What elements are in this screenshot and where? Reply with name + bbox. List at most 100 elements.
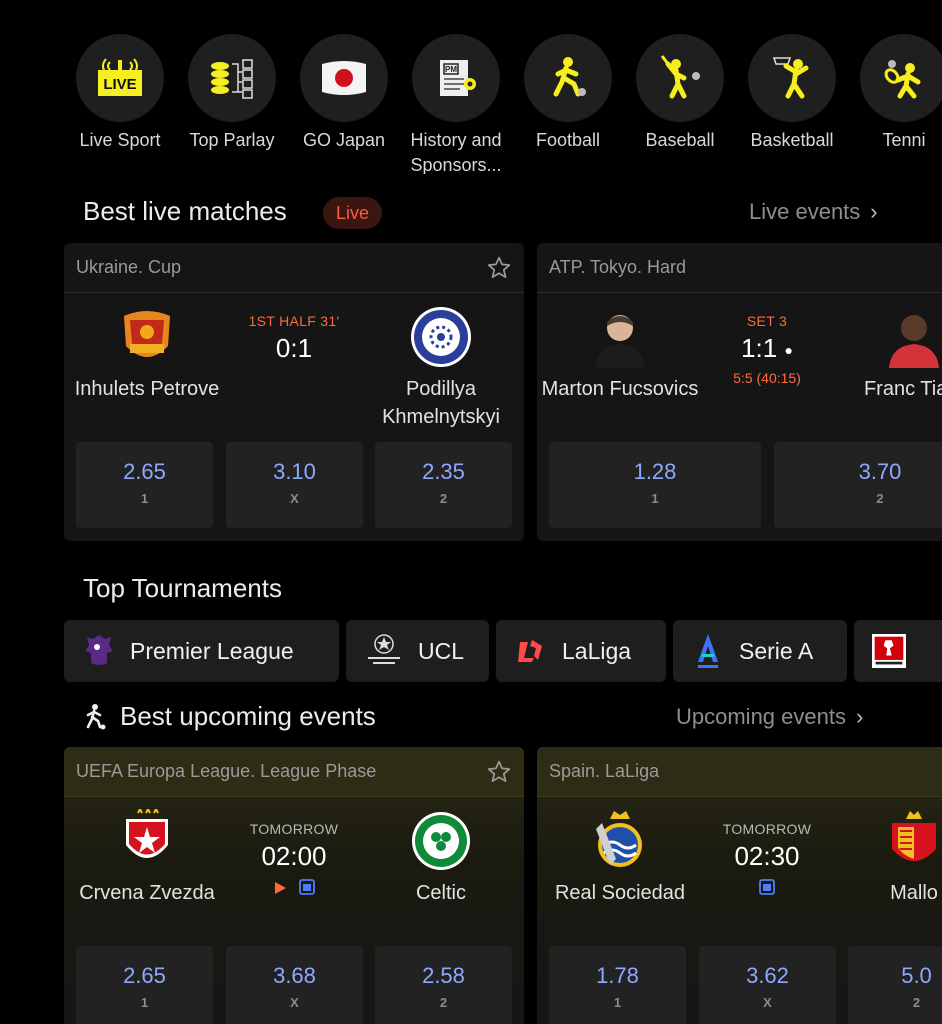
card-header: ATP. Tokyo. Hard xyxy=(537,243,942,293)
media-icons xyxy=(224,878,364,901)
upcoming-match-card[interactable]: Spain. LaLiga Real Sociedad TOMORROW 02:… xyxy=(537,747,942,1024)
sport-history-sponsors[interactable]: PM History and Sponsors... xyxy=(410,34,502,174)
odds-value: 3.70 xyxy=(858,459,902,484)
sport-baseball[interactable]: Baseball xyxy=(636,34,724,153)
live-match-card[interactable]: Ukraine. Cup Inhulets Petrove 1ST HALF 3… xyxy=(64,243,524,541)
svg-text:LIVE: LIVE xyxy=(103,76,136,93)
tournament-label: Premier League xyxy=(130,637,294,664)
chevron-right-icon: › xyxy=(870,199,878,224)
tournament-bundesliga[interactable] xyxy=(854,620,942,682)
stats-icon xyxy=(758,879,776,900)
tournament-label: UCL xyxy=(418,637,465,664)
away-team: Podillya Khmelnytskyi xyxy=(351,305,524,431)
sport-label: Live Sport xyxy=(79,130,161,150)
tournament-premier-league[interactable]: Premier League xyxy=(64,620,339,682)
away-team: Franc Tiafo xyxy=(824,305,942,403)
match-day: TOMORROW xyxy=(722,821,812,837)
odds-key: 1 xyxy=(613,995,622,1010)
kickoff-time: 02:30 xyxy=(734,841,800,871)
odds-button[interactable]: 3.10 X xyxy=(226,442,363,528)
player-avatar xyxy=(882,305,942,369)
league-name: Spain. LaLiga xyxy=(549,761,660,781)
player-avatar xyxy=(588,305,652,369)
match-time: TOMORROW 02:30 xyxy=(697,821,837,901)
odds-value: 1.78 xyxy=(596,963,639,988)
match-score: 0:1 xyxy=(275,333,313,363)
odds-button[interactable]: 3.70 2 xyxy=(774,442,942,528)
match-period: SET 3 xyxy=(746,313,788,329)
serve-dot-icon: ● xyxy=(784,342,793,359)
stats-icon xyxy=(298,879,316,900)
basketball-icon xyxy=(748,34,836,122)
odds-value: 2.65 xyxy=(123,459,166,484)
odds-key: X xyxy=(290,491,299,506)
match-score: 1:1 ● xyxy=(697,333,837,364)
baseball-icon xyxy=(636,34,724,122)
sport-live[interactable]: LIVE Live Sport xyxy=(76,34,164,153)
kicker-icon xyxy=(83,703,107,736)
star-icon[interactable] xyxy=(486,759,512,785)
home-team: Inhulets Petrove xyxy=(64,305,237,403)
pm-document-icon: PM xyxy=(412,34,500,122)
odds-button[interactable]: 2.35 2 xyxy=(375,442,512,528)
sport-go-japan[interactable]: GO Japan xyxy=(300,34,388,153)
upcoming-match-card[interactable]: UEFA Europa League. League Phase Crvena … xyxy=(64,747,524,1024)
odds-key: X xyxy=(763,995,772,1010)
sport-top-parlay[interactable]: Top Parlay xyxy=(188,34,276,153)
odds-button[interactable]: 5.0 2 xyxy=(848,946,942,1024)
odds-value: 5.0 xyxy=(901,963,932,988)
tournament-serie-a[interactable]: Serie A xyxy=(673,620,847,682)
match-day: TOMORROW xyxy=(249,821,339,837)
card-header: Spain. LaLiga xyxy=(537,747,942,797)
sport-football[interactable]: Football xyxy=(524,34,612,153)
odds-button[interactable]: 1.28 1 xyxy=(549,442,761,528)
score-value: 1:1 xyxy=(741,333,778,363)
tournament-ucl[interactable]: UCL xyxy=(346,620,489,682)
odds-button[interactable]: 3.68 X xyxy=(226,946,363,1024)
sport-basketball[interactable]: Basketball xyxy=(748,34,836,153)
team-name: Podillya Khmelnytskyi xyxy=(382,378,500,428)
laliga-icon xyxy=(514,632,548,670)
odds-value: 2.65 xyxy=(123,963,166,988)
tournament-laliga[interactable]: LaLiga xyxy=(496,620,666,682)
card-header: UEFA Europa League. League Phase xyxy=(64,747,524,797)
away-team: Mallo xyxy=(824,809,942,907)
football-icon xyxy=(524,34,612,122)
live-icon: LIVE xyxy=(76,34,164,122)
upcoming-events-link[interactable]: Upcoming events › xyxy=(676,704,863,730)
live-match-card[interactable]: ATP. Tokyo. Hard Marton Fucsovics SET 3 … xyxy=(537,243,942,541)
odds-button[interactable]: 2.58 2 xyxy=(375,946,512,1024)
live-events-link[interactable]: Live events › xyxy=(749,199,878,225)
serie-a-icon xyxy=(691,632,725,670)
odds-button[interactable]: 3.62 X xyxy=(699,946,836,1024)
team-name: Real Sociedad xyxy=(554,882,686,904)
home-team: Real Sociedad xyxy=(537,809,710,907)
sport-tennis[interactable]: Tenni xyxy=(860,34,942,153)
player-name: Marton Fucsovics xyxy=(541,378,699,400)
match-time: TOMORROW 02:00 xyxy=(224,821,364,901)
odds-key: 2 xyxy=(439,995,448,1010)
odds-button[interactable]: 1.78 1 xyxy=(549,946,686,1024)
team-crest-icon xyxy=(115,305,179,369)
play-icon xyxy=(272,882,288,900)
sport-label: Football xyxy=(535,130,601,150)
league-name: ATP. Tokyo. Hard xyxy=(549,257,687,277)
star-icon[interactable] xyxy=(486,255,512,281)
home-team: Marton Fucsovics xyxy=(537,305,710,403)
match-status: 1ST HALF 31' 0:1 xyxy=(224,313,364,364)
odds-button[interactable]: 2.65 1 xyxy=(76,946,213,1024)
sport-label: History and Sponsors... xyxy=(410,130,502,174)
tournaments-title: Top Tournaments xyxy=(83,573,282,603)
odds-key: X xyxy=(290,995,299,1010)
sport-label: Basketball xyxy=(750,130,834,150)
away-team: Celtic xyxy=(351,809,524,907)
odds-value: 3.68 xyxy=(273,963,316,988)
card-header: Ukraine. Cup xyxy=(64,243,524,293)
live-badge: Live xyxy=(323,197,382,229)
odds-button[interactable]: 2.65 1 xyxy=(76,442,213,528)
chevron-right-icon: › xyxy=(855,704,864,729)
sport-label: Baseball xyxy=(645,130,715,150)
live-section-title: Best live matches xyxy=(83,196,287,226)
match-period: 1ST HALF 31' xyxy=(248,313,340,329)
japan-flag-icon xyxy=(300,34,388,122)
